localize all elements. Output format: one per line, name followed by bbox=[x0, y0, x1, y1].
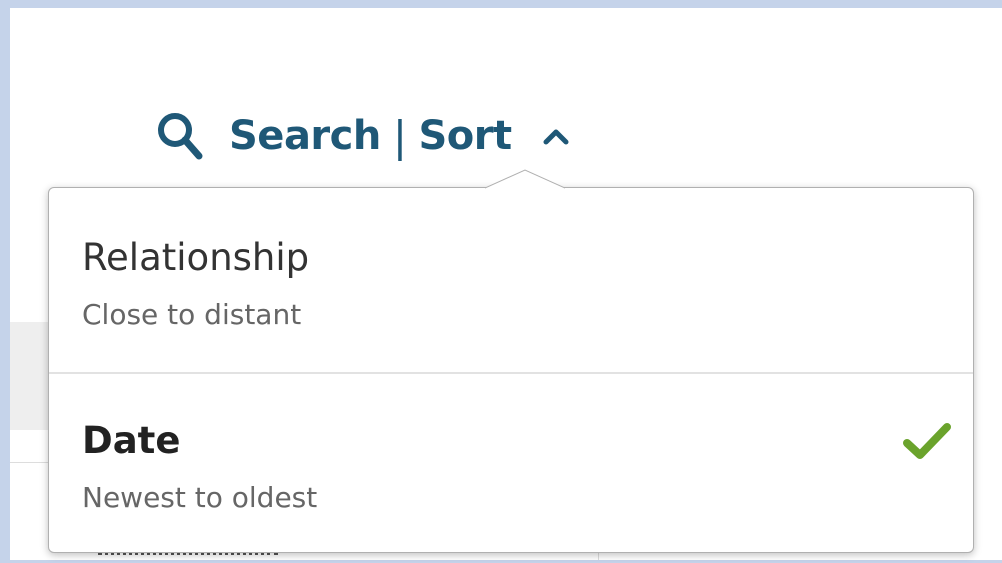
search-button[interactable]: Search bbox=[155, 110, 381, 162]
search-label: Search bbox=[229, 113, 381, 159]
chevron-up-icon bbox=[543, 129, 569, 145]
sort-option-relationship[interactable]: Relationship Close to distant bbox=[49, 188, 973, 372]
sort-button[interactable]: Sort bbox=[419, 113, 570, 159]
background-panel bbox=[10, 322, 50, 430]
background-text-fragment bbox=[98, 552, 278, 563]
dropdown-caret bbox=[485, 169, 565, 189]
sort-label: Sort bbox=[418, 113, 513, 159]
sort-dropdown: Relationship Close to distant Date Newes… bbox=[48, 187, 974, 553]
sort-option-description: Close to distant bbox=[82, 298, 302, 331]
sort-option-label: Date bbox=[82, 419, 181, 462]
sort-option-description: Newest to oldest bbox=[82, 481, 318, 514]
sort-option-date[interactable]: Date Newest to oldest bbox=[49, 373, 973, 552]
sort-option-label: Relationship bbox=[82, 236, 310, 279]
checkmark-icon bbox=[903, 423, 951, 459]
search-sort-bar: Search | Sort bbox=[155, 108, 570, 164]
search-icon bbox=[158, 113, 203, 160]
background-divider bbox=[10, 462, 50, 463]
toolbar-separator: | bbox=[392, 111, 407, 161]
